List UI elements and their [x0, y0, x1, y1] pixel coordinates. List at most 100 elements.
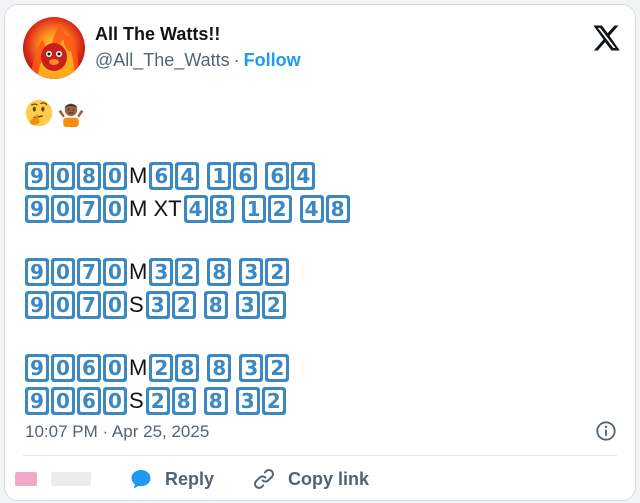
keycap-digit: 6: [236, 164, 255, 188]
keycap-digit-emoji: 0: [51, 258, 75, 286]
keycap-digit-emoji: 0: [103, 258, 127, 286]
keycap-digit: 7: [80, 293, 98, 317]
info-icon[interactable]: [595, 420, 617, 442]
keycap-digit: 9: [28, 293, 46, 317]
keycap-digit-emoji: 1: [207, 162, 232, 190]
keycap-digit-emoji: 3: [235, 291, 260, 319]
keycap-digit: 8: [206, 293, 225, 317]
keycap-digit: 2: [268, 260, 287, 284]
keycap-digit-emoji: 8: [325, 195, 350, 223]
keycap-digit: 8: [212, 197, 231, 221]
keycap-digit-emoji: 2: [261, 291, 286, 319]
keycap-digit: 7: [80, 197, 98, 221]
keycap-digit-emoji: 8: [171, 387, 196, 415]
link-icon: [254, 469, 274, 489]
keycap-digit: 0: [54, 356, 72, 380]
keycap-digit: 0: [106, 356, 124, 380]
keycap-digit: 9: [28, 389, 46, 413]
keycap-digit: 3: [148, 293, 167, 317]
x-logo-icon[interactable]: [591, 23, 621, 53]
model-suffix: S: [129, 388, 144, 413]
keycap-digit-emoji: 2: [149, 354, 174, 382]
keycap-digit-emoji: 2: [175, 258, 200, 286]
keycap-digit: 6: [268, 164, 287, 188]
keycap-digit-emoji: 3: [239, 354, 264, 382]
speech-bubble-icon: [131, 470, 151, 489]
reply-button[interactable]: Reply: [129, 467, 214, 491]
keycap-digit-emoji: 4: [175, 162, 200, 190]
keycap-digit-emoji: 8: [77, 162, 101, 190]
keycap-digit-emoji: 3: [235, 387, 260, 415]
keycap-digit-emoji: 0: [51, 354, 75, 382]
keycap-digit: 6: [80, 356, 98, 380]
timestamp[interactable]: 10:07 PM · Apr 25, 2025: [25, 422, 209, 442]
keycap-digit-emoji: 2: [267, 195, 292, 223]
keycap-digit-emoji: 6: [77, 354, 101, 382]
emoji-row: [25, 99, 85, 127]
keycap-digit: 2: [270, 197, 289, 221]
keycap-digit: 6: [152, 164, 171, 188]
avatar[interactable]: [23, 17, 85, 79]
keycap-digit: 9: [28, 197, 46, 221]
keycap-digit: 8: [210, 356, 229, 380]
model-suffix: M: [129, 259, 148, 284]
keycap-digit-emoji: 0: [51, 387, 75, 415]
keycap-digit: 3: [238, 389, 257, 413]
keycap-digit: 4: [186, 197, 205, 221]
keycap-digit-emoji: 9: [25, 162, 49, 190]
keycap-digit-emoji: 9: [25, 258, 49, 286]
keycap-digit: 2: [268, 356, 287, 380]
keycap-digit: 2: [178, 260, 197, 284]
post-header: All The Watts!! @All_The_Watts · Follow: [23, 17, 301, 79]
display-name[interactable]: All The Watts!!: [95, 23, 301, 45]
handle-row: @All_The_Watts · Follow: [95, 47, 301, 73]
keycap-digit: 4: [302, 197, 321, 221]
keycap-digit-emoji: 4: [183, 195, 208, 223]
keycap-digit: 3: [238, 293, 257, 317]
keycap-digit: 8: [178, 356, 197, 380]
keycap-digit: 3: [242, 356, 261, 380]
keycap-digit-emoji: 0: [103, 387, 127, 415]
keycap-digit-emoji: 0: [103, 162, 127, 190]
keycap-digit-emoji: 2: [171, 291, 196, 319]
embedded-post-card: All The Watts!! @All_The_Watts·Follow: [4, 4, 636, 501]
keycap-digit-emoji: 3: [239, 258, 264, 286]
post-text-line: 9060M28832: [25, 352, 352, 384]
keycap-digit: 0: [106, 293, 124, 317]
keycap-digit-emoji: 2: [145, 387, 170, 415]
keycap-digit: 2: [148, 389, 167, 413]
divider: [23, 455, 617, 456]
like-count-placeholder: [51, 472, 91, 486]
keycap-digit: 2: [152, 356, 171, 380]
keycap-digit-emoji: 6: [233, 162, 258, 190]
keycap-digit: 7: [80, 260, 98, 284]
keycap-digit-emoji: 9: [25, 387, 49, 415]
keycap-digit: 9: [28, 260, 46, 284]
keycap-digit-emoji: 7: [77, 258, 101, 286]
keycap-digit-emoji: 3: [145, 291, 170, 319]
model-suffix: S: [129, 292, 144, 317]
keycap-digit: 9: [28, 356, 46, 380]
model-suffix: M XT: [129, 196, 182, 221]
keycap-digit-emoji: 2: [261, 387, 286, 415]
keycap-digit: 8: [206, 389, 225, 413]
like-indicator[interactable]: [15, 472, 37, 486]
keycap-digit-emoji: 2: [265, 258, 290, 286]
post-text: 9080M6416649070M XT 4 8 1 2 4 8 9 0 7 0 M 3 2 8 3 2 9 0 7 0 S…: [25, 160, 352, 418]
keycap-digit-emoji: 0: [51, 162, 75, 190]
keycap-digit: 1: [244, 197, 263, 221]
keycap-digit: 8: [210, 260, 229, 284]
keycap-digit: 8: [174, 389, 193, 413]
post-text-line: 9060S28832: [25, 385, 352, 417]
handle[interactable]: @All_The_Watts: [95, 50, 230, 70]
keycap-digit: 0: [54, 260, 72, 284]
follow-button[interactable]: Follow: [244, 50, 301, 70]
keycap-digit-emoji: 8: [203, 291, 228, 319]
keycap-digit-emoji: 8: [207, 354, 232, 382]
keycap-digit: 0: [106, 389, 124, 413]
keycap-digit: 2: [264, 293, 283, 317]
copy-link-button[interactable]: Copy link: [252, 467, 369, 491]
action-bar: Reply Copy link: [15, 467, 615, 491]
keycap-digit-emoji: 7: [77, 291, 101, 319]
